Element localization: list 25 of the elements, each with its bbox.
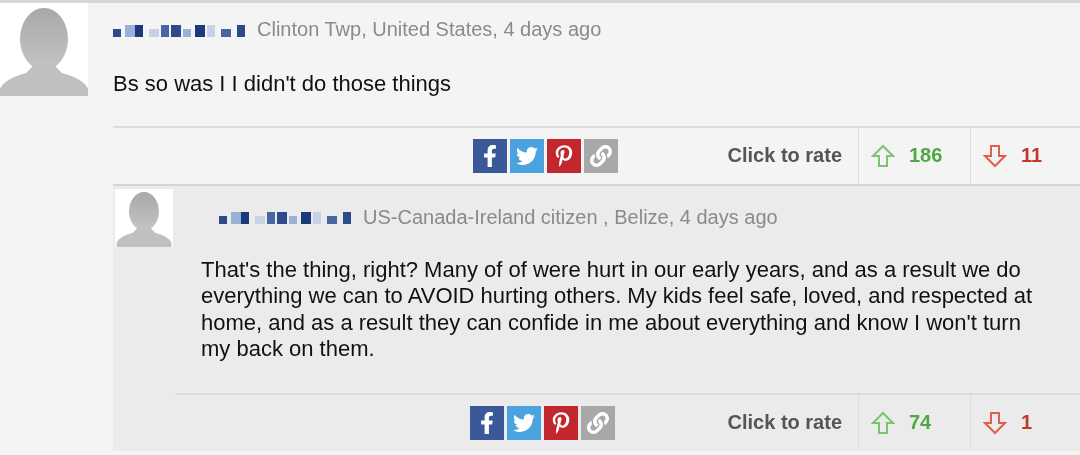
- comment-text: That's the thing, right? Many of of were hurt in our early years, and as a result we do everything we can to AVOID hurting others. My kids feel safe, loved, and respected at home, and as a result they can confide in me about everything and know I won't turn my back on them.: [201, 256, 1034, 363]
- down-arrow-icon: [983, 410, 1007, 435]
- up-arrow-icon: [871, 410, 895, 435]
- downvote-button[interactable]: 11: [970, 127, 1080, 184]
- pinterest-share-button[interactable]: [547, 138, 581, 173]
- avatar: [115, 188, 173, 247]
- link-icon: [587, 411, 609, 434]
- comment-text: Bs so was I I didn't do those things: [113, 71, 453, 98]
- facebook-share-button[interactable]: [473, 138, 507, 173]
- up-arrow-icon: [871, 143, 895, 168]
- bird-icon: [516, 144, 538, 167]
- down-arrow-icon: [983, 143, 1007, 168]
- pinterest-logo-icon: [550, 411, 572, 434]
- upvote-button[interactable]: 186: [858, 127, 970, 184]
- downvote-button[interactable]: 1: [970, 394, 1080, 451]
- link-icon: [590, 144, 612, 167]
- facebook-share-button[interactable]: [470, 405, 504, 440]
- bird-icon: [513, 411, 535, 434]
- comment-meta: US-Canada-Ireland citizen , Belize, 4 days ago: [363, 205, 778, 229]
- rate-label: Click to rate: [727, 144, 843, 167]
- pinterest-logo-icon: [553, 144, 575, 167]
- rate-label: Click to rate: [727, 411, 843, 434]
- upvote-button[interactable]: 74: [858, 394, 970, 451]
- comment-meta: Clinton Twp, United States, 4 days ago: [257, 18, 602, 41]
- pinterest-share-button[interactable]: [544, 405, 578, 440]
